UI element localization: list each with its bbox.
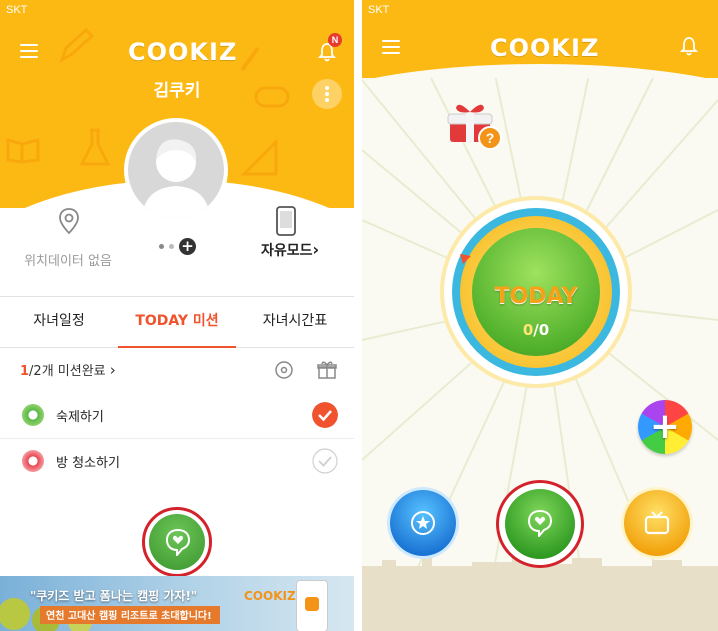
- chat-heart-icon: [527, 509, 553, 537]
- free-mode-label: 자유모드: [260, 243, 313, 259]
- dial-pointer-icon: [460, 254, 471, 264]
- add-rainbow-icon[interactable]: +: [638, 400, 692, 454]
- check-done-icon[interactable]: [312, 402, 338, 428]
- location-status: 위치데이터 없음: [24, 254, 112, 269]
- free-mode-link[interactable]: 자유모드›: [240, 240, 340, 260]
- banner-subline: 연천 고대산 캠핑 리조트로 초대합니다!: [46, 611, 212, 622]
- mission-summary-link[interactable]: 1/2개 미션완료 ›: [20, 360, 116, 379]
- more-options-button[interactable]: [312, 79, 342, 109]
- flask-doodle-icon: [79, 128, 111, 166]
- chat-button[interactable]: [142, 507, 212, 577]
- promo-banner[interactable]: "쿠키즈 받고 폼나는 캠핑 가자!" 연천 고대산 캠핑 리조트로 초대합니다…: [0, 576, 354, 631]
- bell-icon[interactable]: [680, 36, 698, 56]
- check-empty-icon[interactable]: [312, 448, 338, 474]
- pencil-doodle-icon: [59, 27, 95, 64]
- chat-button[interactable]: [496, 480, 584, 568]
- screen-divider: [354, 0, 362, 631]
- chat-heart-icon: [165, 528, 191, 556]
- phone-graphic: [296, 580, 328, 631]
- star-button[interactable]: [390, 490, 456, 556]
- status-carrier: SKT: [6, 4, 28, 16]
- mission-item[interactable]: 방 청소하기: [0, 438, 354, 484]
- left-phone-screen: SKT COOKIZ N 김쿠키 위치데이터 없음 + 자유모드› 자녀일정 T…: [0, 0, 355, 631]
- svg-text:?: ?: [486, 130, 495, 146]
- town-silhouette: [362, 554, 718, 631]
- notification-badge: N: [328, 33, 342, 47]
- app-header: SKT COOKIZ: [362, 0, 718, 78]
- app-logo: COOKIZ: [490, 34, 600, 62]
- chevron-right-icon: ›: [109, 361, 116, 379]
- today-progress: 0/0: [444, 321, 628, 339]
- today-total-count: 0: [538, 321, 550, 339]
- mission-label: 방 청소하기: [56, 456, 120, 471]
- mission-item[interactable]: 숙제하기: [0, 392, 354, 439]
- gift-icon[interactable]: [317, 360, 337, 380]
- banner-headline: "쿠키즈 받고 폼나는 캠핑 가자!": [30, 589, 198, 603]
- today-mission-dial[interactable]: TODAY 0/0: [444, 200, 628, 384]
- tab-bar: 자녀일정 TODAY 미션 자녀시간표: [0, 296, 354, 348]
- header-curve: [362, 64, 718, 78]
- missions-total-label: /2개 미션완료: [29, 364, 106, 379]
- donut-icon[interactable]: [274, 360, 294, 380]
- today-label: TODAY: [494, 284, 578, 309]
- tv-button[interactable]: [624, 490, 690, 556]
- gift-question-icon[interactable]: ?: [444, 98, 508, 154]
- donut-red-icon: [22, 450, 44, 472]
- star-icon: [411, 511, 435, 535]
- default-avatar-icon: [142, 139, 210, 218]
- tab-schedule[interactable]: 자녀일정: [0, 297, 118, 347]
- today-done-count: 0: [522, 321, 534, 339]
- ruler-doodle-icon: [240, 138, 278, 176]
- location-pin-icon: [59, 208, 79, 235]
- phone-icon: [276, 206, 296, 236]
- donut-green-icon: [22, 404, 44, 426]
- missions-done-count: 1: [20, 364, 30, 379]
- menu-icon[interactable]: [20, 44, 38, 58]
- tv-icon: [644, 511, 670, 535]
- brush-doodle-icon: [240, 46, 260, 72]
- menu-icon[interactable]: [382, 40, 400, 54]
- avatar[interactable]: [124, 118, 228, 222]
- app-logo: COOKIZ: [128, 38, 238, 66]
- tab-timetable[interactable]: 자녀시간표: [236, 297, 354, 347]
- child-switcher[interactable]: +: [157, 238, 201, 256]
- right-phone-screen: SKT COOKIZ ? TODAY 0/0 +: [362, 0, 718, 631]
- chevron-right-icon: ›: [312, 240, 320, 259]
- add-child-icon[interactable]: +: [179, 238, 196, 255]
- mission-label: 숙제하기: [56, 410, 104, 425]
- book-doodle-icon: [6, 138, 40, 164]
- status-carrier: SKT: [368, 4, 390, 16]
- tab-today-mission[interactable]: TODAY 미션: [118, 297, 236, 348]
- banner-logo: COOKIZ: [244, 589, 296, 603]
- child-name: 김쿠키: [153, 81, 201, 101]
